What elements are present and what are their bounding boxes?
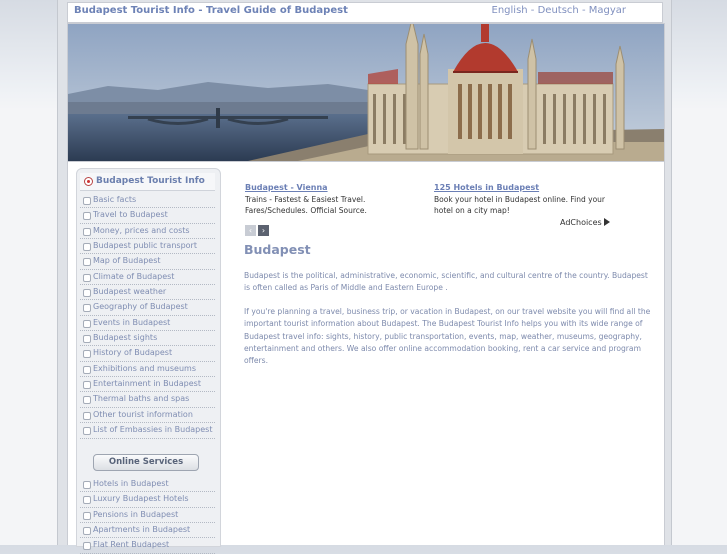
checkbox-bullet-icon [83,197,91,205]
checkbox-bullet-icon [83,542,91,551]
online-services-button[interactable]: Online Services [93,454,199,471]
checkbox-bullet-icon [83,350,91,359]
sidebar-item-embassies[interactable]: List of Embassies in Budapest [80,423,215,439]
sidebar-item-geography[interactable]: Geography of Budapest [80,300,215,316]
checkbox-bullet-icon [83,427,91,436]
ad-link-budapest-vienna[interactable]: Budapest - Vienna [245,182,425,193]
sidebar-item-history[interactable]: History of Budapest [80,346,215,362]
checkbox-bullet-icon [83,335,91,344]
top-bar: Budapest Tourist Info - Travel Guide of … [67,2,663,23]
sidebar-item-entertainment[interactable]: Entertainment in Budapest [80,377,215,393]
ad-unit-vienna: Budapest - Vienna Trains - Fastest & Eas… [245,182,425,216]
lang-english[interactable]: English [492,5,528,16]
banner-image [67,23,665,162]
ad-link-125-hotels[interactable]: 125 Hotels in Budapest [434,182,634,193]
sidebar-item-weather[interactable]: Budapest weather [80,285,215,301]
sidebar-item-other-info[interactable]: Other tourist information [80,408,215,424]
checkbox-bullet-icon [83,381,91,390]
checkbox-bullet-icon [83,304,91,313]
service-item-luxury-hotels[interactable]: Luxury Budapest Hotels [80,492,215,508]
tourist-info-menu: Basic facts Travel to Budapest Money, pr… [80,193,215,439]
ad-navigation: ‹ › [245,218,271,237]
ad-text-line: Book your hotel in Budapest online. Find… [434,195,606,204]
language-switcher: English - Deutsch - Magyar [492,5,626,16]
page-frame: Budapest Tourist Info - Travel Guide of … [57,0,672,554]
site-title[interactable]: Budapest Tourist Info - Travel Guide of … [74,5,348,16]
ad-prev-arrow-icon[interactable]: ‹ [245,225,256,236]
checkbox-bullet-icon [83,527,91,536]
checkbox-bullet-icon [83,365,91,374]
sidebar-title: Budapest Tourist Info [96,176,205,186]
main-content: Budapest - Vienna Trains - Fastest & Eas… [244,162,658,545]
checkbox-bullet-icon [83,227,91,236]
sidebar-item-map[interactable]: Map of Budapest [80,254,215,270]
sidebar-item-climate[interactable]: Climate of Budapest [80,270,215,286]
service-item-flat-rent[interactable]: Flat Rent Budapest [80,538,215,554]
service-item-hotels[interactable]: Hotels in Budapest [80,477,215,493]
ad-text-line: Trains - Fastest & Easiest Travel. [245,195,366,204]
sidebar-item-public-transport[interactable]: Budapest public transport [80,239,215,255]
checkbox-bullet-icon [83,496,91,505]
checkbox-bullet-icon [83,273,91,282]
sidebar-header: Budapest Tourist Info [80,173,215,191]
sidebar-item-thermal-baths[interactable]: Thermal baths and spas [80,392,215,408]
bullet-icon [84,177,93,186]
sidebar-item-basic-facts[interactable]: Basic facts [80,193,215,209]
ad-text-line: Fares/Schedules. Official Source. [245,206,367,215]
sidebar-item-exhibitions[interactable]: Exhibitions and museums [80,362,215,378]
adchoices-link[interactable]: AdChoices [560,218,610,227]
checkbox-bullet-icon [83,511,91,520]
sidebar-item-events[interactable]: Events in Budapest [80,316,215,332]
lang-magyar[interactable]: Magyar [589,5,626,16]
checkbox-bullet-icon [83,243,91,252]
sidebar-item-money-prices[interactable]: Money, prices and costs [80,224,215,240]
ad-unit-hotels: 125 Hotels in Budapest Book your hotel i… [434,182,634,216]
page-title: Budapest [244,242,311,257]
service-item-pensions[interactable]: Pensions in Budapest [80,508,215,524]
content-area: Budapest Tourist Info Basic facts Travel… [67,162,665,554]
checkbox-bullet-icon [83,481,91,489]
checkbox-bullet-icon [83,289,91,298]
checkbox-bullet-icon [83,396,91,405]
lang-deutsch[interactable]: Deutsch [538,5,579,16]
checkbox-bullet-icon [83,212,91,221]
parliament-illustration [68,24,664,161]
adchoices-label: AdChoices [560,218,602,227]
online-services-menu: Hotels in Budapest Luxury Budapest Hotel… [80,477,215,554]
checkbox-bullet-icon [83,319,91,328]
lang-separator: - [578,5,589,16]
sidebar: Budapest Tourist Info Basic facts Travel… [76,168,221,554]
lang-separator: - [527,5,538,16]
description-paragraph: If you're planning a travel, business tr… [244,307,651,366]
ad-next-arrow-icon[interactable]: › [258,225,269,236]
intro-paragraph: Budapest is the political, administrativ… [244,271,648,293]
adchoices-icon [603,218,610,226]
checkbox-bullet-icon [83,258,91,267]
ad-text-line: hotel on a city map! [434,206,510,215]
sidebar-item-travel-to-budapest[interactable]: Travel to Budapest [80,208,215,224]
sidebar-item-sights[interactable]: Budapest sights [80,331,215,347]
service-item-apartments[interactable]: Apartments in Budapest [80,523,215,539]
checkbox-bullet-icon [83,411,91,420]
